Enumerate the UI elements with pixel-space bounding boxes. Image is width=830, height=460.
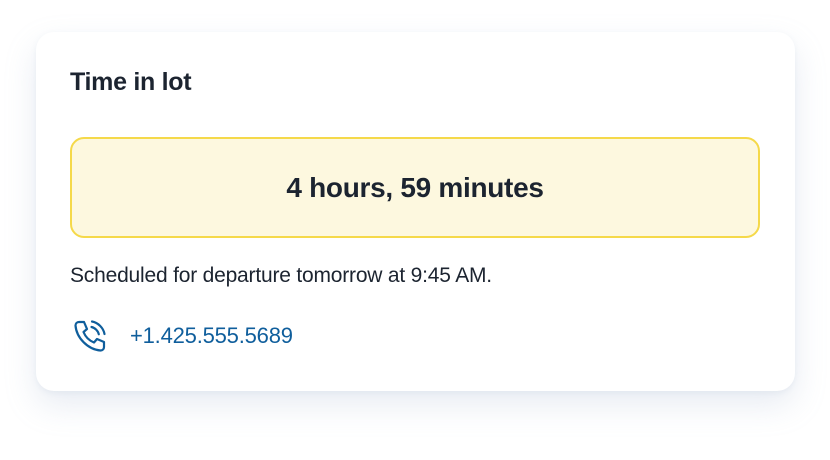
phone-number: +1.425.555.5689 (130, 323, 293, 348)
phone-call-icon (70, 316, 110, 356)
departure-note: Scheduled for departure tomorrow at 9:45… (70, 264, 492, 287)
phone-link[interactable]: +1.425.555.5689 (70, 316, 293, 356)
duration-value: 4 hours, 59 minutes (286, 171, 544, 203)
duration-highlight: 4 hours, 59 minutes (70, 137, 760, 238)
time-in-lot-card: Time in lot 4 hours, 59 minutes Schedule… (36, 32, 795, 391)
card-title: Time in lot (70, 68, 192, 96)
